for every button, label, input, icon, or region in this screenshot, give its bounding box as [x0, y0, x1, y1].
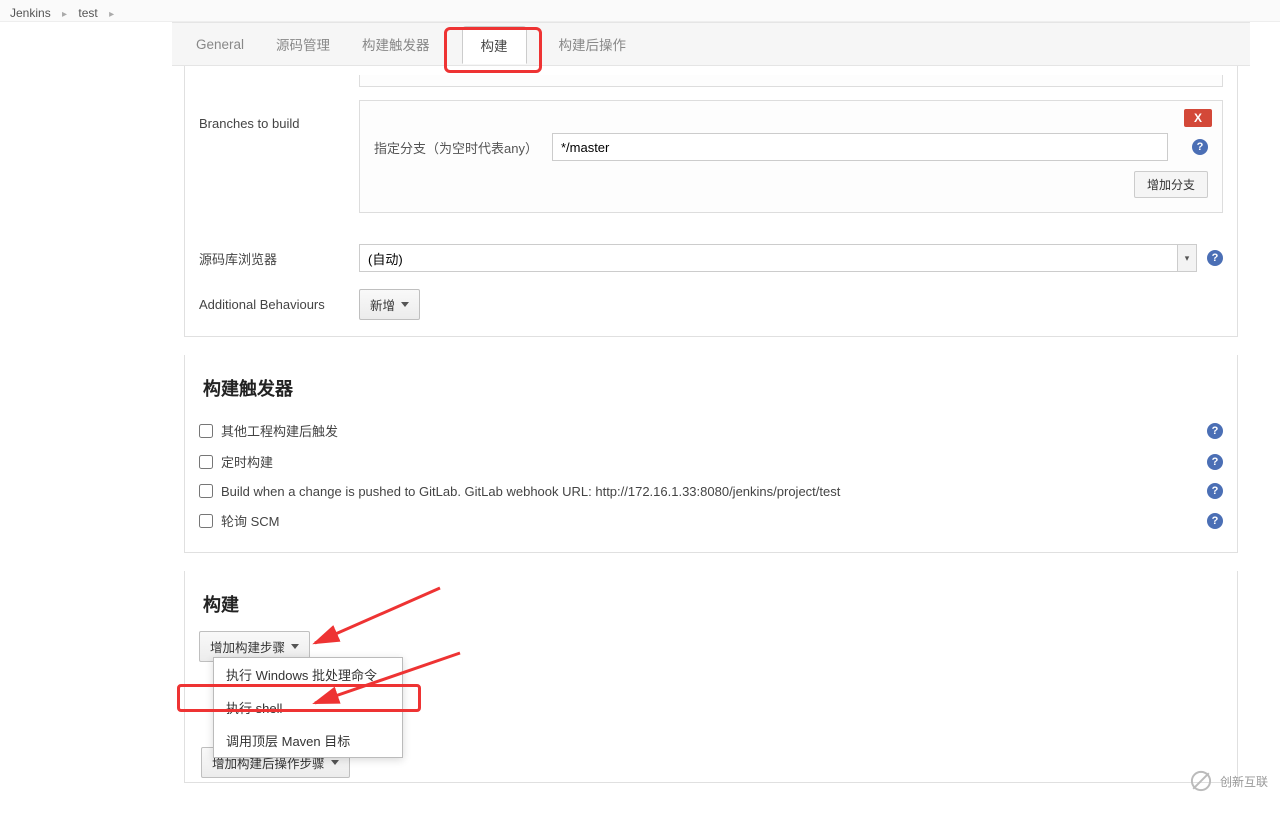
menu-item-windows-batch[interactable]: 执行 Windows 批处理命令: [214, 658, 402, 691]
delete-branch-button[interactable]: X: [1184, 109, 1212, 127]
chevron-right-icon: ▸: [109, 9, 114, 20]
tab-scm[interactable]: 源码管理: [276, 34, 330, 54]
crumb-item[interactable]: test: [78, 6, 97, 20]
add-branch-button[interactable]: 增加分支: [1134, 171, 1208, 198]
branch-field-label: 指定分支（为空时代表any）: [374, 138, 538, 157]
build-panel: 构建 增加构建步骤 执行 Windows 批处理命令 执行 shell 调用顶层…: [184, 571, 1238, 783]
right-gutter: [1250, 22, 1280, 831]
trigger-timer-checkbox[interactable]: [199, 455, 213, 469]
caret-down-icon: [291, 644, 299, 649]
watermark: 创新互联: [1188, 768, 1268, 794]
trigger-after-other[interactable]: 其他工程构建后触发: [199, 421, 338, 440]
help-icon[interactable]: ?: [1207, 513, 1223, 529]
triggers-panel: 构建触发器 其他工程构建后触发 ? 定时构建 ?: [184, 355, 1238, 553]
caret-down-icon: [401, 302, 409, 307]
main-content: General 源码管理 构建触发器 构建 构建后操作 Branches to …: [172, 22, 1250, 831]
add-build-step-label: 增加构建步骤: [210, 637, 285, 656]
menu-item-shell[interactable]: 执行 shell: [214, 691, 402, 724]
tab-build[interactable]: 构建: [462, 26, 527, 64]
add-behaviour-button[interactable]: 新增: [359, 289, 420, 320]
breadcrumb: Jenkins ▸ test ▸: [0, 0, 1280, 22]
trigger-gitlab[interactable]: Build when a change is pushed to GitLab.…: [199, 484, 840, 499]
trigger-poll-scm-checkbox[interactable]: [199, 514, 213, 528]
left-gutter: [0, 22, 172, 831]
chevron-down-icon[interactable]: ▾: [1177, 244, 1197, 272]
triggers-title: 构建触发器: [203, 375, 1223, 401]
help-icon[interactable]: ?: [1207, 250, 1223, 266]
tab-post[interactable]: 构建后操作: [559, 34, 627, 54]
logo-icon: [1188, 768, 1214, 794]
scm-panel: Branches to build X 指定分支（为空时代表any） ?: [184, 66, 1238, 337]
trigger-after-other-checkbox[interactable]: [199, 424, 213, 438]
add-behaviour-label: 新增: [370, 295, 395, 314]
help-icon[interactable]: ?: [1207, 454, 1223, 470]
help-icon[interactable]: ?: [1207, 483, 1223, 499]
help-icon[interactable]: ?: [1192, 139, 1208, 155]
tab-trigger[interactable]: 构建触发器: [362, 34, 430, 54]
menu-item-maven[interactable]: 调用顶层 Maven 目标: [214, 724, 402, 757]
watermark-text: 创新互联: [1220, 773, 1268, 790]
chevron-right-icon: ▸: [62, 9, 67, 20]
trigger-gitlab-checkbox[interactable]: [199, 484, 213, 498]
trigger-timer[interactable]: 定时构建: [199, 452, 273, 471]
additional-behaviours-label: Additional Behaviours: [199, 297, 359, 312]
crumb-root[interactable]: Jenkins: [10, 6, 51, 20]
help-icon[interactable]: ?: [1207, 423, 1223, 439]
caret-down-icon: [331, 760, 339, 765]
build-step-menu: 执行 Windows 批处理命令 执行 shell 调用顶层 Maven 目标: [213, 657, 403, 758]
repo-browser-label: 源码库浏览器: [199, 249, 359, 268]
build-title: 构建: [203, 591, 1223, 617]
trigger-poll-scm[interactable]: 轮询 SCM: [199, 511, 280, 530]
branch-input[interactable]: [552, 133, 1168, 161]
branches-label: Branches to build: [199, 100, 359, 131]
repo-browser-select[interactable]: [359, 244, 1177, 272]
branch-specifier-box: X 指定分支（为空时代表any） ? 增加分支: [359, 100, 1223, 213]
tab-general[interactable]: General: [196, 37, 244, 52]
config-tabs: General 源码管理 构建触发器 构建 构建后操作: [172, 22, 1250, 66]
